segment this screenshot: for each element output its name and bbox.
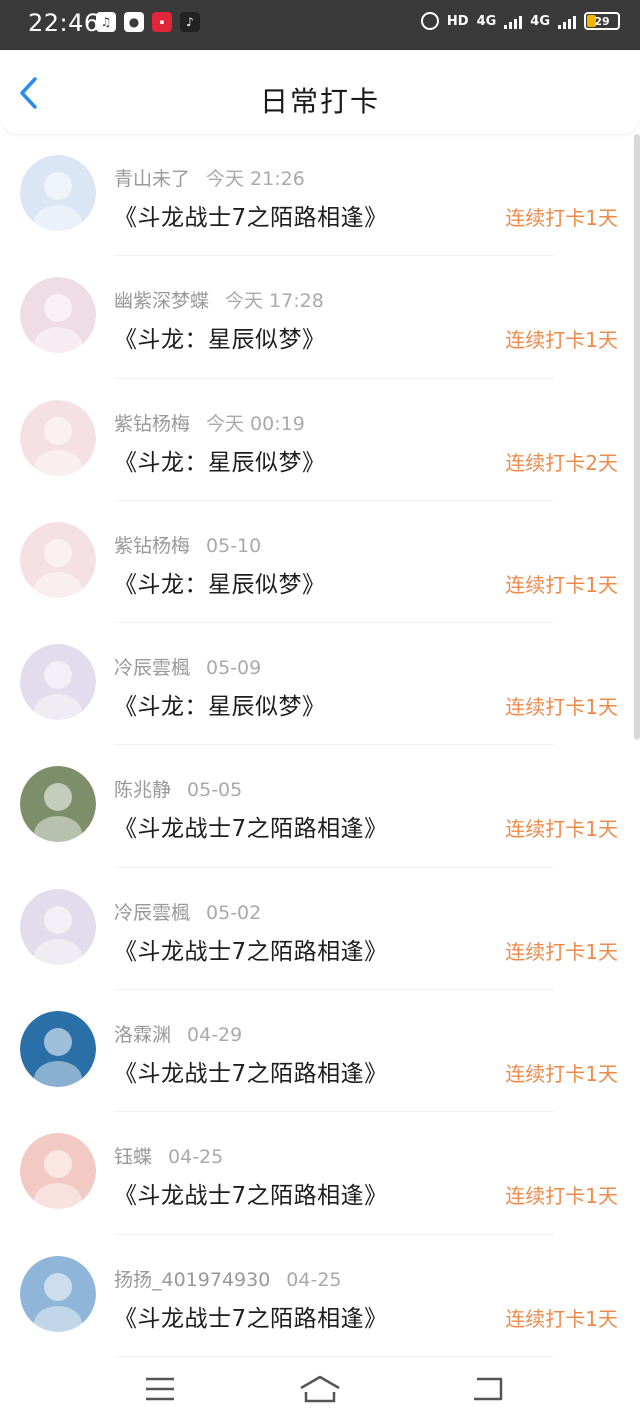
streak-label: 连续打卡1天 [505, 206, 618, 230]
user-name[interactable]: 紫钻杨梅 [114, 535, 190, 557]
checkin-time: 今天 00:19 [206, 412, 305, 435]
book-title[interactable]: 《斗龙战士7之陌路相逢》 [114, 932, 388, 966]
menu-button[interactable] [135, 1367, 185, 1411]
book-title[interactable]: 《斗龙战士7之陌路相逢》 [114, 1299, 388, 1333]
avatar[interactable] [20, 155, 96, 231]
avatar[interactable] [20, 888, 96, 965]
signal-icon [504, 13, 523, 29]
page-header: 日常打卡 [0, 50, 640, 134]
system-nav-bar [0, 1357, 640, 1427]
streak-label: 连续打卡1天 [505, 1062, 618, 1087]
checkin-time: 05-09 [206, 657, 262, 680]
network-label-2: 4G [530, 13, 550, 29]
book-title[interactable]: 《斗龙：星辰似梦》 [114, 320, 326, 354]
streak-label: 连续打卡1天 [505, 572, 618, 597]
menu-icon [146, 1377, 174, 1401]
list-item[interactable]: 冷辰雲楓 05-09 《斗龙：星辰似梦》 连续打卡1天 [0, 623, 640, 746]
user-name[interactable]: 幽紫深梦蝶 [114, 290, 209, 312]
streak-label: 连续打卡1天 [505, 695, 618, 720]
book-title[interactable]: 《斗龙：星辰似梦》 [114, 443, 326, 477]
user-name-line: 幽紫深梦蝶 今天 17:28 [114, 286, 324, 313]
status-bar: 22:46 ♫ ● ▪ ♪ HD 4G 4G 29 [0, 0, 640, 50]
streak-label: 连续打卡1天 [505, 817, 618, 842]
status-time: 22:46 [28, 9, 100, 37]
chat-icon: ● [124, 12, 144, 32]
list-item[interactable]: 紫钻杨梅 今天 00:19 《斗龙：星辰似梦》 连续打卡2天 [0, 379, 640, 501]
user-name-line: 钰蝶 04-25 [114, 1142, 223, 1169]
network-label-1: 4G [476, 13, 497, 29]
streak-label: 连续打卡2天 [505, 450, 618, 475]
hd-label: HD [446, 13, 469, 29]
battery-level: 29 [594, 14, 610, 28]
red-app-icon: ▪ [152, 12, 172, 32]
avatar[interactable] [20, 1133, 96, 1210]
user-name-line: 洛霖渊 04-29 [114, 1020, 242, 1047]
user-name-line: 扬扬_401974930 04-25 [114, 1265, 342, 1292]
checkin-time: 04-25 [168, 1146, 224, 1169]
list-item[interactable]: 洛霖渊 04-29 《斗龙战士7之陌路相逢》 连续打卡1天 [0, 990, 640, 1113]
streak-label: 连续打卡1天 [505, 939, 618, 964]
battery-icon: 29 [584, 12, 620, 30]
user-name-line: 陈兆静 05-05 [114, 775, 242, 802]
avatar[interactable] [20, 521, 96, 598]
checkin-time: 05-02 [206, 901, 262, 924]
book-title[interactable]: 《斗龙战士7之陌路相逢》 [114, 1054, 388, 1088]
music-icon: ♫ [96, 12, 116, 32]
streak-label: 连续打卡1天 [505, 1184, 618, 1209]
checkin-time: 04-25 [286, 1268, 342, 1291]
list-item[interactable]: 冷辰雲楓 05-02 《斗龙战士7之陌路相逢》 连续打卡1天 [0, 868, 640, 991]
checkin-time: 05-05 [187, 779, 243, 802]
book-title[interactable]: 《斗龙战士7之陌路相逢》 [114, 809, 388, 843]
user-name[interactable]: 冷辰雲楓 [114, 657, 190, 679]
checkin-time: 今天 21:26 [206, 168, 305, 190]
list-item[interactable]: 幽紫深梦蝶 今天 17:28 《斗龙：星辰似梦》 连续打卡1天 [0, 256, 640, 379]
book-title[interactable]: 《斗龙：星辰似梦》 [114, 687, 326, 721]
checkin-list: 青山未了 今天 21:26 《斗龙战士7之陌路相逢》 连续打卡1天 幽紫深梦蝶 今天 17… [0, 134, 640, 1357]
list-item[interactable]: 扬扬_401974930 04-25 《斗龙战士7之陌路相逢》 连续打卡1天 [0, 1235, 640, 1357]
user-name[interactable]: 冷辰雲楓 [114, 902, 190, 924]
system-icons: HD 4G 4G 29 [420, 12, 620, 30]
avatar[interactable] [20, 1011, 96, 1088]
book-title[interactable]: 《斗龙战士7之陌路相逢》 [114, 1176, 388, 1210]
avatar[interactable] [20, 766, 96, 843]
user-name-line: 紫钻杨梅 今天 00:19 [114, 409, 305, 436]
home-icon [300, 1375, 340, 1403]
checkin-time: 今天 17:28 [225, 290, 324, 313]
checkin-time: 04-29 [187, 1024, 243, 1047]
user-name-line: 青山未了 今天 21:26 [114, 164, 305, 191]
list-item[interactable]: 钰蝶 04-25 《斗龙战士7之陌路相逢》 连续打卡1天 [0, 1112, 640, 1235]
list-item[interactable]: 紫钻杨梅 05-10 《斗龙：星辰似梦》 连续打卡1天 [0, 501, 640, 624]
user-name-line: 紫钻杨梅 05-10 [114, 531, 261, 558]
page-title: 日常打卡 [259, 85, 380, 118]
list-item[interactable]: 青山未了 今天 21:26 《斗龙战士7之陌路相逢》 连续打卡1天 [0, 134, 640, 257]
streak-label: 连续打卡1天 [505, 1306, 618, 1331]
streak-label: 连续打卡1天 [505, 328, 618, 353]
avatar[interactable] [20, 277, 96, 354]
list-item[interactable]: 陈兆静 05-05 《斗龙战士7之陌路相逢》 连续打卡1天 [0, 745, 640, 868]
user-name-line: 冷辰雲楓 05-09 [114, 653, 261, 680]
user-name[interactable]: 青山未了 [114, 168, 190, 190]
user-name[interactable]: 扬扬_401974930 [114, 1269, 270, 1291]
avatar[interactable] [20, 1255, 96, 1332]
user-name[interactable]: 钰蝶 [114, 1146, 152, 1168]
book-title[interactable]: 《斗龙战士7之陌路相逢》 [114, 198, 388, 232]
notification-icons: ♫ ● ▪ ♪ [96, 12, 200, 32]
user-name[interactable]: 陈兆静 [114, 779, 171, 801]
avatar[interactable] [20, 399, 96, 476]
user-name[interactable]: 紫钻杨梅 [114, 413, 190, 435]
user-name[interactable]: 洛霖渊 [114, 1024, 171, 1046]
home-button[interactable] [295, 1367, 345, 1411]
tiktok-icon: ♪ [180, 12, 200, 32]
checkin-time: 05-10 [206, 534, 262, 557]
user-name-line: 冷辰雲楓 05-02 [114, 898, 261, 925]
scrollbar[interactable] [634, 134, 640, 740]
return-icon [474, 1377, 503, 1401]
signal-icon-2 [558, 13, 576, 29]
return-button[interactable] [463, 1367, 513, 1411]
avatar[interactable] [20, 644, 96, 721]
book-title[interactable]: 《斗龙：星辰似梦》 [114, 565, 326, 599]
alarm-icon [420, 12, 439, 30]
